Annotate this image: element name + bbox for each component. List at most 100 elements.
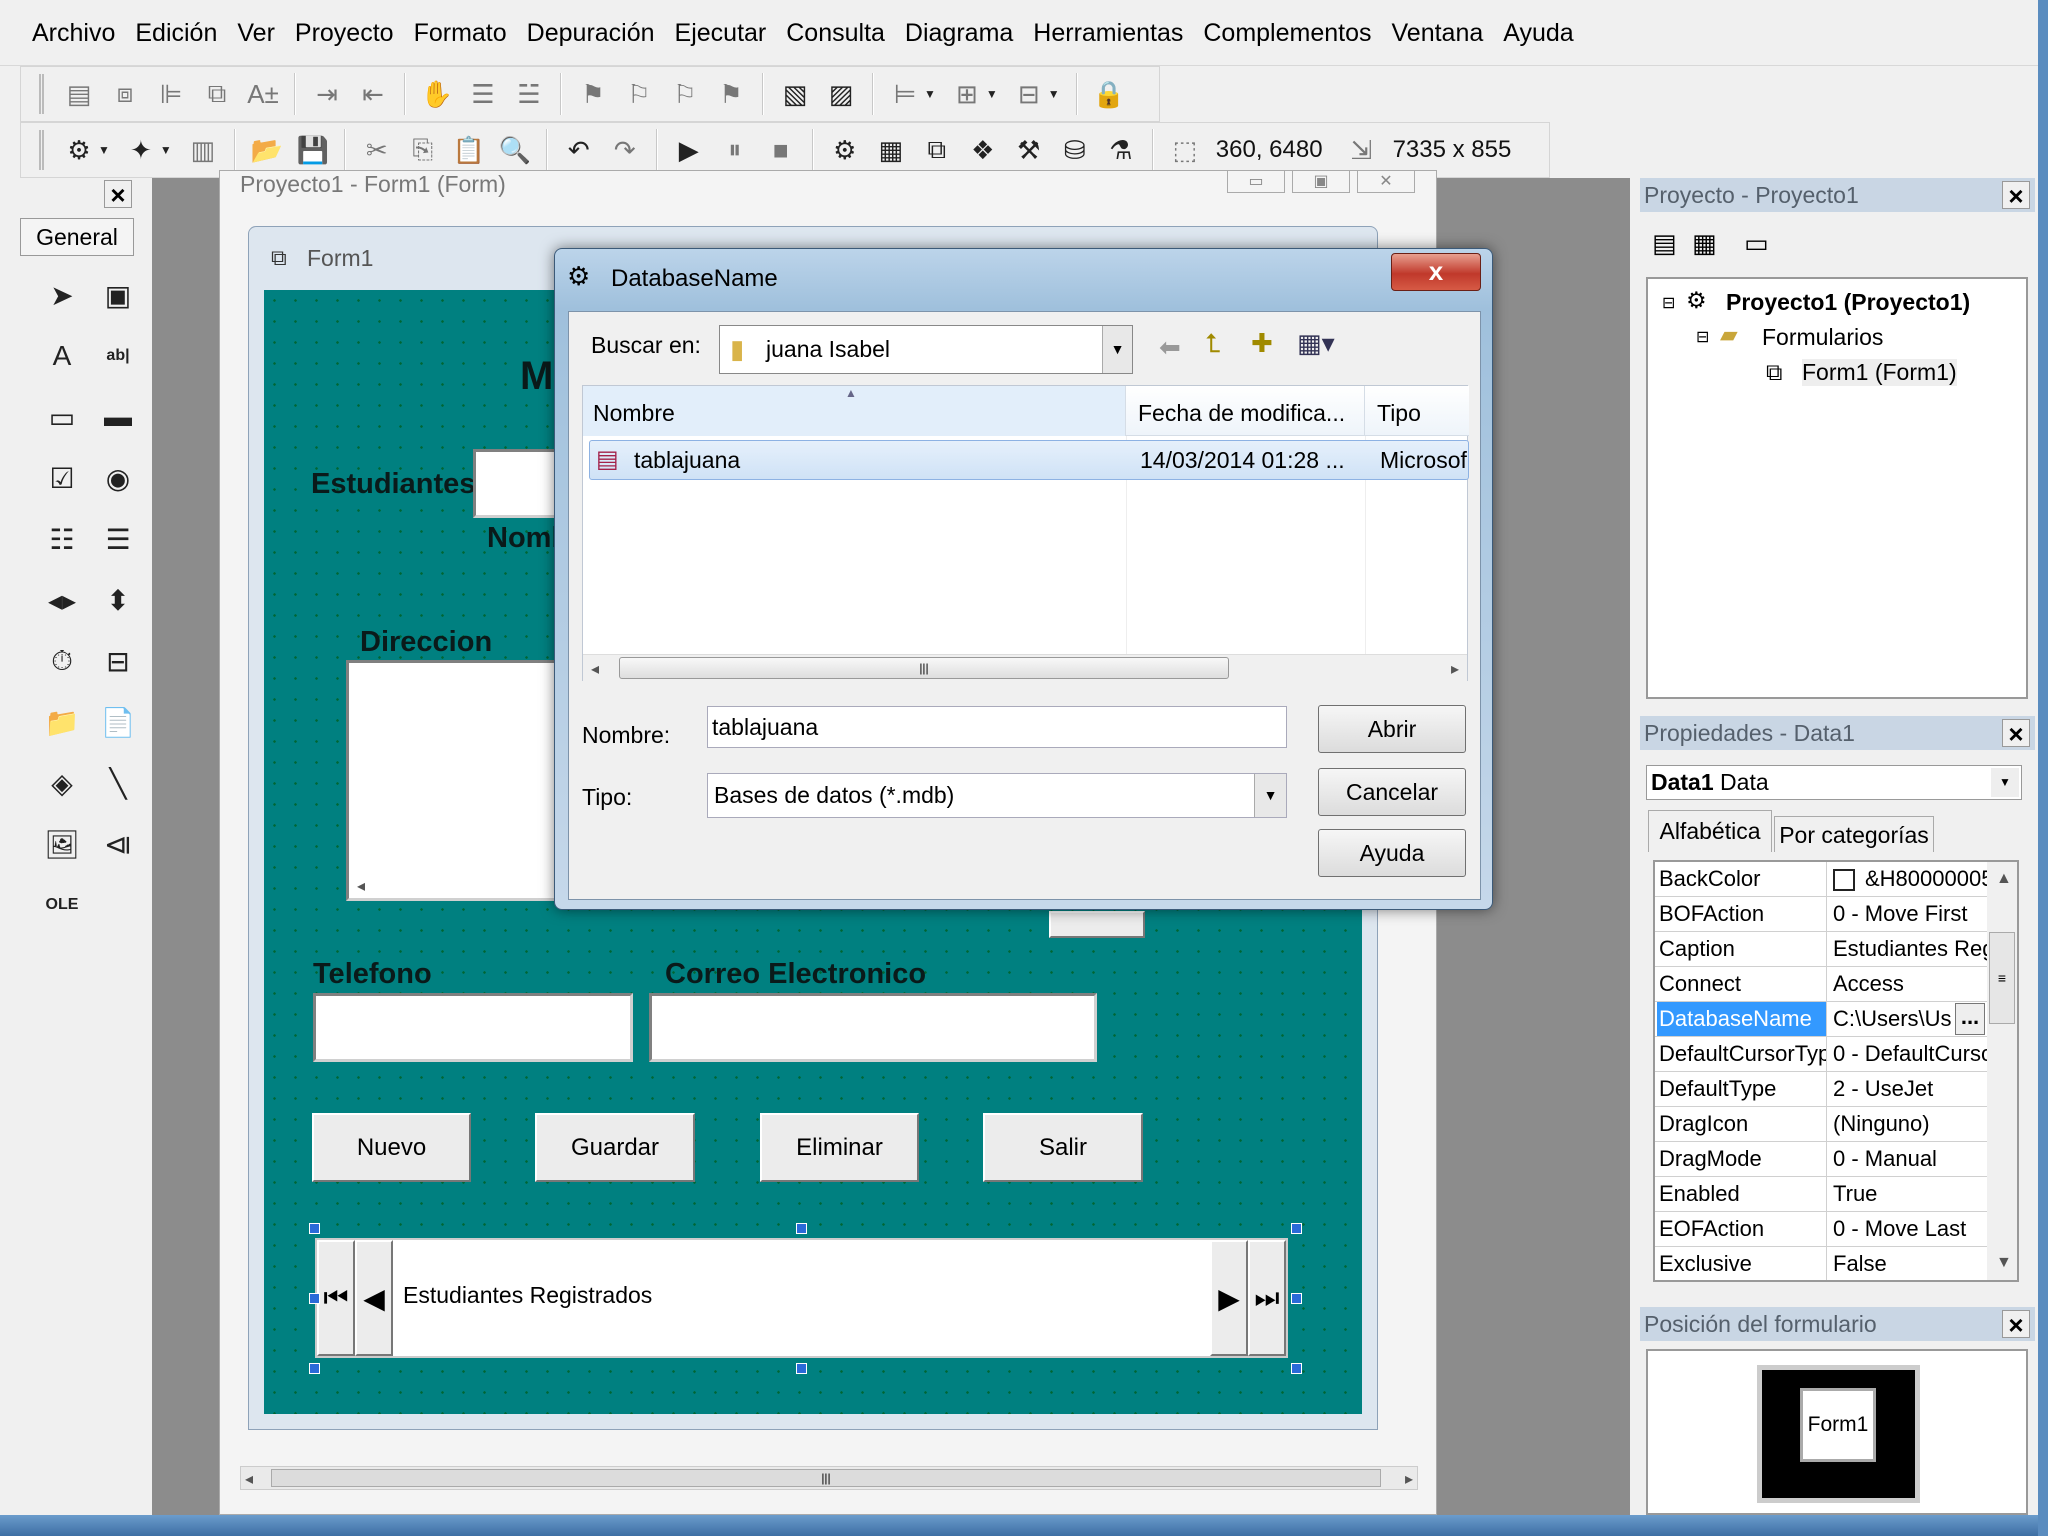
chevron-down-icon[interactable]: ▼ [160, 143, 172, 157]
toolbox-tab-general[interactable]: General [20, 218, 134, 256]
correo-textbox[interactable] [649, 993, 1097, 1062]
tab-alfabetica[interactable]: Alfabética [1648, 810, 1772, 852]
resize-handle[interactable] [796, 1223, 807, 1234]
property-row[interactable]: DefaultCursorTyp 0 - DefaultCursc [1655, 1037, 1987, 1072]
optionbutton-tool-icon[interactable]: ◉ [96, 456, 140, 500]
clear-bookmarks-icon[interactable]: ⚑ [711, 74, 751, 114]
list-hscrollbar[interactable]: ◂ ||| ▸ [583, 654, 1467, 681]
component-manager-icon[interactable]: ⚗ [1101, 130, 1141, 170]
file-row[interactable]: ▤ tablajuana 14/03/2014 01:28 ... Micros… [589, 440, 1469, 480]
tab-categorias[interactable]: Por categorías [1774, 816, 1934, 852]
file-list[interactable]: Nombre ▲ Fecha de modifica... Tipo ▤ tab… [582, 385, 1469, 681]
comment-block-icon[interactable]: ☰ [463, 74, 503, 114]
view-menu-icon[interactable]: ▦▾ [1297, 328, 1335, 359]
label-tool-icon[interactable]: A [40, 334, 84, 378]
hidden-button[interactable] [1049, 911, 1145, 938]
filename-input[interactable]: tablajuana [707, 706, 1287, 748]
toolbox-icon[interactable]: ⚒ [1009, 130, 1049, 170]
pointer-tool-icon[interactable]: ➤ [40, 273, 84, 317]
project-explorer-icon[interactable]: ⚙ [825, 130, 865, 170]
resize-handle[interactable] [309, 1223, 320, 1234]
property-row[interactable]: Enabled True [1655, 1177, 1987, 1212]
resize-handle[interactable] [796, 1363, 807, 1374]
chevron-down-icon[interactable]: ▼ [1102, 326, 1132, 373]
guardar-button[interactable]: Guardar [535, 1113, 695, 1182]
property-row[interactable]: DragMode 0 - Manual [1655, 1142, 1987, 1177]
menu-ver[interactable]: Ver [227, 8, 285, 58]
resize-handle[interactable] [1291, 1223, 1302, 1234]
frame-tool-icon[interactable]: ▭ [40, 395, 84, 439]
lookin-combo[interactable]: ▮ juana Isabel ▼ [719, 325, 1133, 374]
move-next-button[interactable]: ▶ [1210, 1240, 1248, 1356]
object-selector[interactable]: Data1 Data ▼ [1646, 765, 2022, 800]
menu-proyecto[interactable]: Proyecto [285, 8, 404, 58]
telefono-textbox[interactable] [313, 993, 633, 1062]
dirlistbox-tool-icon[interactable]: 📁 [40, 700, 84, 744]
bring-to-front-icon[interactable]: ⧈ [105, 74, 145, 114]
property-value[interactable]: 0 - Manual [1829, 1142, 1987, 1176]
open-project-icon[interactable]: 📂 [247, 130, 287, 170]
designer-hscrollbar[interactable]: ◂ ||| ▸ [240, 1466, 1418, 1490]
listbox-tool-icon[interactable]: ☰ [96, 517, 140, 561]
scrollbar-thumb[interactable]: ≡ [1989, 932, 2015, 1024]
menu-ayuda[interactable]: Ayuda [1493, 8, 1583, 58]
center-icon[interactable]: ⧉ [197, 74, 237, 114]
toggle-folders-icon[interactable]: ▭ [1744, 228, 1769, 259]
menu-diagrama[interactable]: Diagrama [895, 8, 1023, 58]
checkbox-tool-icon[interactable]: ☑ [40, 456, 84, 500]
maximize-button[interactable]: ▣ [1292, 171, 1350, 193]
properties-close-button[interactable]: × [2002, 719, 2030, 748]
ole-tool-icon[interactable]: OLE [40, 883, 84, 927]
property-row[interactable]: Exclusive False [1655, 1247, 1987, 1280]
align-icon[interactable]: ⊨ [885, 74, 925, 114]
data-tool-icon[interactable]: ⧏ [96, 822, 140, 866]
find-icon[interactable]: 🔍 [495, 130, 535, 170]
menu-ventana[interactable]: Ventana [1382, 8, 1494, 58]
project-close-button[interactable]: × [2002, 181, 2030, 210]
menu-archivo[interactable]: Archivo [22, 8, 125, 58]
line-tool-icon[interactable]: ╲ [96, 761, 140, 805]
copy-icon[interactable]: ⎘ [403, 130, 443, 170]
toolbox-close-button[interactable]: × [104, 180, 132, 209]
property-row[interactable]: DragIcon (Ninguno) [1655, 1107, 1987, 1142]
picturebox-tool-icon[interactable]: ▣ [96, 273, 140, 317]
save-project-icon[interactable]: 💾 [293, 130, 333, 170]
move-previous-button[interactable]: ◀ [355, 1240, 393, 1356]
move-first-button[interactable]: ⏮ [317, 1240, 355, 1356]
move-last-button[interactable]: ⏭ [1248, 1240, 1286, 1356]
next-bookmark-icon[interactable]: ⚐ [619, 74, 659, 114]
data-control[interactable]: ⏮ ◀ Estudiantes Registrados ▶ ⏭ [315, 1238, 1288, 1358]
chevron-down-icon[interactable]: ▼ [986, 87, 998, 101]
start-icon[interactable]: ▶ [669, 130, 709, 170]
hscrollbar-tool-icon[interactable]: ◂▸ [40, 578, 84, 622]
property-value[interactable]: True [1829, 1177, 1987, 1211]
chevron-down-icon[interactable]: ▼ [924, 87, 936, 101]
property-value[interactable]: 0 - Move Last [1829, 1212, 1987, 1246]
property-row[interactable]: Caption Estudiantes Reg [1655, 932, 1987, 967]
tree-item-project[interactable]: Proyecto1 (Proyecto1) [1726, 289, 1970, 316]
help-button[interactable]: Ayuda [1318, 829, 1466, 877]
property-row[interactable]: DatabaseName C:\Users\Us... [1655, 1002, 1987, 1037]
form-layout-close-button[interactable]: × [2002, 1310, 2030, 1339]
form-editor-icon[interactable]: ▤ [59, 74, 99, 114]
close-button[interactable]: ✕ [1357, 171, 1415, 193]
ellipsis-button[interactable]: ... [1955, 1003, 1985, 1035]
property-row[interactable]: BackColor &H80000005 [1655, 862, 1987, 897]
outdent-icon[interactable]: ⇤ [353, 74, 393, 114]
view-code-icon[interactable]: ▤ [1652, 228, 1677, 259]
view-object-icon[interactable]: ▦ [1692, 228, 1717, 259]
property-value[interactable]: (Ninguno) [1829, 1107, 1987, 1141]
resize-handle[interactable] [1291, 1293, 1302, 1304]
property-value[interactable]: Access [1829, 967, 1987, 1001]
textbox-tool-icon[interactable]: ab| [96, 334, 140, 378]
form-preview[interactable]: Form1 [1800, 1388, 1876, 1462]
scrollbar-thumb[interactable]: ||| [619, 657, 1229, 679]
menu-edición[interactable]: Edición [125, 8, 227, 58]
menu-ejecutar[interactable]: Ejecutar [665, 8, 777, 58]
back-icon[interactable]: ⬅ [1159, 332, 1181, 363]
redo-icon[interactable]: ↷ [605, 130, 645, 170]
resize-handle[interactable] [309, 1293, 320, 1304]
paste-icon[interactable]: 📋 [449, 130, 489, 170]
nuevo-button[interactable]: Nuevo [312, 1113, 471, 1182]
property-value[interactable]: False [1829, 1247, 1987, 1280]
